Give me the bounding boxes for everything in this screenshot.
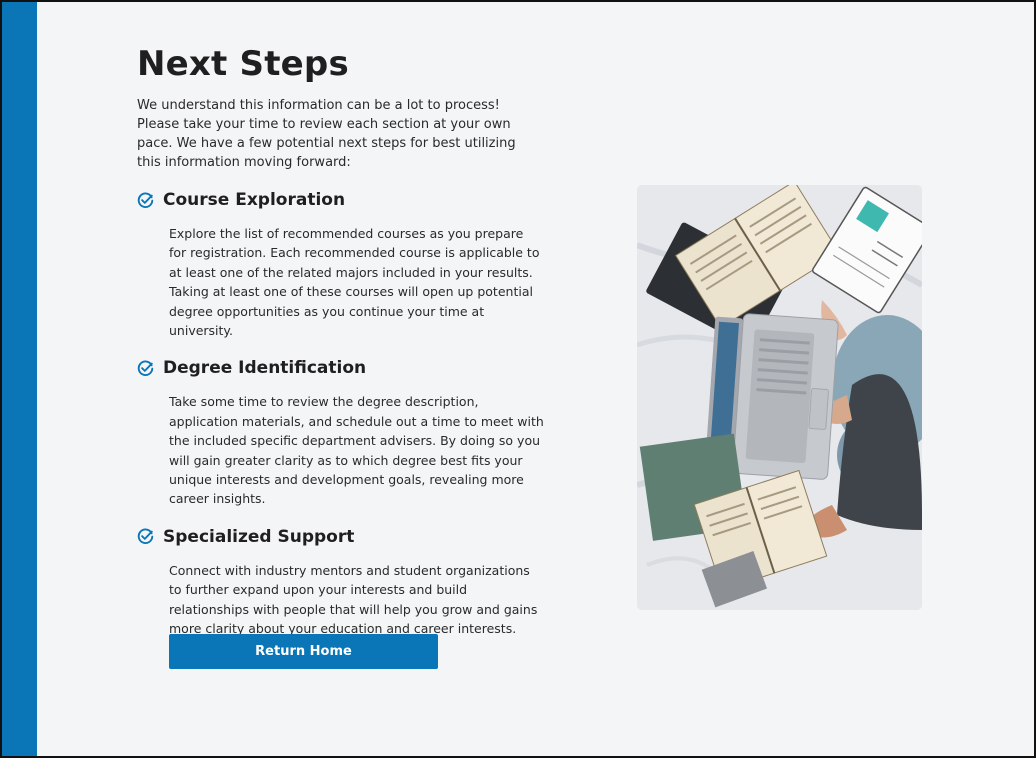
check-circle-icon	[137, 528, 154, 545]
page-title: Next Steps	[137, 44, 349, 84]
next-steps-content: Next Steps We understand this informatio…	[137, 40, 557, 639]
return-home-button[interactable]: Return Home	[169, 634, 438, 669]
check-circle-icon	[137, 192, 154, 208]
step-header: Course Exploration	[137, 188, 557, 212]
step-description: Connect with industry mentors and studen…	[169, 562, 538, 637]
step-description: Explore the list of recommended courses …	[169, 226, 540, 339]
accent-sidebar-bar	[2, 2, 37, 756]
step-title: Course Exploration	[163, 190, 346, 210]
step-title: Degree Identification	[163, 358, 367, 379]
step-title: Specialized Support	[163, 526, 355, 547]
study-photo-illustration	[637, 185, 922, 610]
page-frame: Next Steps We understand this informatio…	[0, 0, 1036, 758]
step-header: Specialized Support	[137, 525, 557, 549]
step-specialized-support: Specialized Support Connect with industr…	[137, 525, 557, 639]
step-description: Take some time to review the degree desc…	[169, 394, 544, 507]
step-header: Degree Identification	[137, 356, 557, 380]
intro-paragraph: We understand this information can be a …	[137, 98, 516, 170]
step-degree-identification: Degree Identification Take some time to …	[137, 356, 557, 508]
check-circle-icon	[137, 360, 154, 376]
step-course-exploration: Course Exploration Explore the list of r…	[137, 188, 557, 340]
study-photo	[637, 185, 922, 610]
